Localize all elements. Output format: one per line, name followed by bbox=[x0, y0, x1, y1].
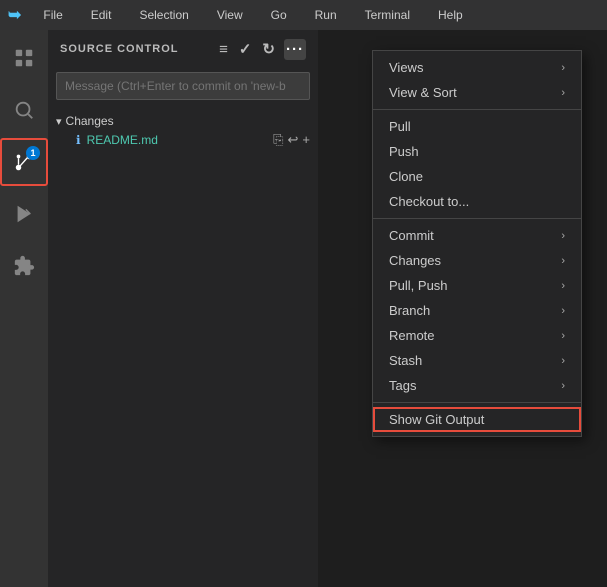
arrow-icon: › bbox=[561, 355, 565, 367]
tree-view-button[interactable]: ≡ bbox=[217, 39, 231, 60]
arrow-icon: › bbox=[561, 230, 565, 242]
menu-section-views: Views › View & Sort › bbox=[373, 51, 581, 110]
menu-item-push[interactable]: Push bbox=[373, 139, 581, 164]
arrow-icon: › bbox=[561, 305, 565, 317]
menu-section-output: Show Git Output bbox=[373, 403, 581, 436]
file-actions: ⎘ ↩ + bbox=[273, 132, 310, 148]
menu-run[interactable]: Run bbox=[309, 6, 343, 24]
menu-item-tags[interactable]: Tags › bbox=[373, 373, 581, 398]
header-actions: ≡ ✓ ↻ ··· bbox=[217, 38, 306, 60]
stage-icon[interactable]: + bbox=[302, 132, 310, 148]
menu-item-pull[interactable]: Pull bbox=[373, 114, 581, 139]
source-control-title: SOURCE CONTROL bbox=[60, 43, 179, 55]
vscode-logo-icon: ➥ bbox=[8, 5, 21, 25]
file-info-icon: ℹ bbox=[76, 133, 81, 147]
menu-item-pull-push[interactable]: Pull, Push › bbox=[373, 273, 581, 298]
menu-terminal[interactable]: Terminal bbox=[359, 6, 416, 24]
commit-message-input[interactable] bbox=[56, 72, 310, 100]
source-control-badge: 1 bbox=[26, 146, 40, 160]
menu-item-remote[interactable]: Remote › bbox=[373, 323, 581, 348]
source-control-header: SOURCE CONTROL ≡ ✓ ↻ ··· bbox=[48, 30, 318, 68]
open-file-icon[interactable]: ⎘ bbox=[273, 132, 283, 148]
menu-item-view-sort[interactable]: View & Sort › bbox=[373, 80, 581, 105]
context-menu: Views › View & Sort › Pull Push Clone bbox=[372, 50, 582, 437]
changes-label: Changes bbox=[66, 114, 114, 128]
activity-run[interactable] bbox=[0, 190, 48, 238]
menu-item-stash[interactable]: Stash › bbox=[373, 348, 581, 373]
arrow-icon: › bbox=[561, 380, 565, 392]
arrow-icon: › bbox=[561, 330, 565, 342]
discard-icon[interactable]: ↩ bbox=[288, 132, 299, 148]
changes-section: ▾ Changes ℹ README.md ⎘ ↩ + bbox=[48, 112, 318, 150]
arrow-icon: › bbox=[561, 255, 565, 267]
activity-extensions[interactable] bbox=[0, 242, 48, 290]
menu-item-commit[interactable]: Commit › bbox=[373, 223, 581, 248]
menu-item-branch[interactable]: Branch › bbox=[373, 298, 581, 323]
menu-bar: ➥ File Edit Selection View Go Run Termin… bbox=[0, 0, 607, 30]
menu-section-advanced: Commit › Changes › Pull, Push › Branch ›… bbox=[373, 219, 581, 403]
menu-go[interactable]: Go bbox=[265, 6, 293, 24]
menu-section-git-actions: Pull Push Clone Checkout to... bbox=[373, 110, 581, 219]
more-actions-button[interactable]: ··· bbox=[284, 39, 306, 60]
activity-search[interactable] bbox=[0, 86, 48, 134]
arrow-icon: › bbox=[561, 280, 565, 292]
main-layout: 1 SOURCE CONTROL ≡ ✓ ↻ ··· ▾ Changes bbox=[0, 30, 607, 587]
source-control-panel: SOURCE CONTROL ≡ ✓ ↻ ··· ▾ Changes ℹ REA… bbox=[48, 30, 318, 587]
menu-selection[interactable]: Selection bbox=[133, 6, 194, 24]
arrow-icon: › bbox=[561, 62, 565, 74]
menu-item-clone[interactable]: Clone bbox=[373, 164, 581, 189]
menu-item-checkout[interactable]: Checkout to... bbox=[373, 189, 581, 214]
chevron-down-icon: ▾ bbox=[56, 115, 62, 128]
changes-header[interactable]: ▾ Changes bbox=[48, 112, 318, 130]
menu-item-show-git-output[interactable]: Show Git Output bbox=[373, 407, 581, 432]
menu-item-changes[interactable]: Changes › bbox=[373, 248, 581, 273]
activity-explorer[interactable] bbox=[0, 34, 48, 82]
arrow-icon: › bbox=[561, 87, 565, 99]
menu-edit[interactable]: Edit bbox=[85, 6, 118, 24]
menu-view[interactable]: View bbox=[211, 6, 249, 24]
activity-source-control[interactable]: 1 bbox=[0, 138, 48, 186]
refresh-button[interactable]: ↻ bbox=[260, 38, 278, 60]
activity-bar: 1 bbox=[0, 30, 48, 587]
file-item-readme[interactable]: ℹ README.md ⎘ ↩ + bbox=[48, 130, 318, 150]
commit-check-button[interactable]: ✓ bbox=[237, 38, 255, 60]
menu-help[interactable]: Help bbox=[432, 6, 469, 24]
file-name: README.md bbox=[87, 133, 158, 147]
menu-file[interactable]: File bbox=[37, 6, 68, 24]
menu-item-views[interactable]: Views › bbox=[373, 55, 581, 80]
